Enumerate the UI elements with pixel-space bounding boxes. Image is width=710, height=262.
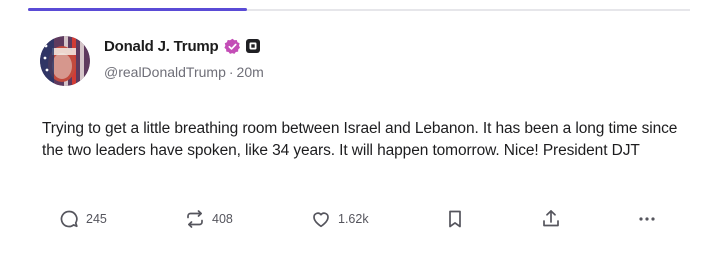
like-button[interactable]: 1.62k [310,205,369,233]
share-icon [540,208,562,230]
heart-icon [310,208,332,230]
handle-separator: · [228,64,234,80]
repost-icon [184,208,206,230]
more-icon [636,208,658,230]
reply-count: 245 [86,212,107,226]
post-body-text: Trying to get a little breathing room be… [42,120,678,159]
author-handle-row: @realDonaldTrump · 20m [104,64,264,80]
more-options-button[interactable] [636,205,658,233]
verified-badge-icon [223,38,241,55]
reply-icon [58,208,80,230]
share-button[interactable] [540,205,562,233]
post-actions-bar: 245 408 1.62k [54,205,674,233]
post-timestamp[interactable]: 20m [237,64,264,80]
bookmark-icon [444,208,466,230]
author-name-row: Donald J. Trump [104,36,261,56]
affiliate-badge-icon [245,38,261,54]
bookmark-button[interactable] [444,205,466,233]
like-count: 1.62k [338,212,369,226]
repost-count: 408 [212,212,233,226]
active-tab-indicator [28,8,247,11]
author-handle[interactable]: @realDonaldTrump [104,64,226,80]
repost-button[interactable]: 408 [184,205,233,233]
author-display-name[interactable]: Donald J. Trump [104,38,219,55]
reply-button[interactable]: 245 [58,205,107,233]
avatar[interactable] [40,36,90,86]
